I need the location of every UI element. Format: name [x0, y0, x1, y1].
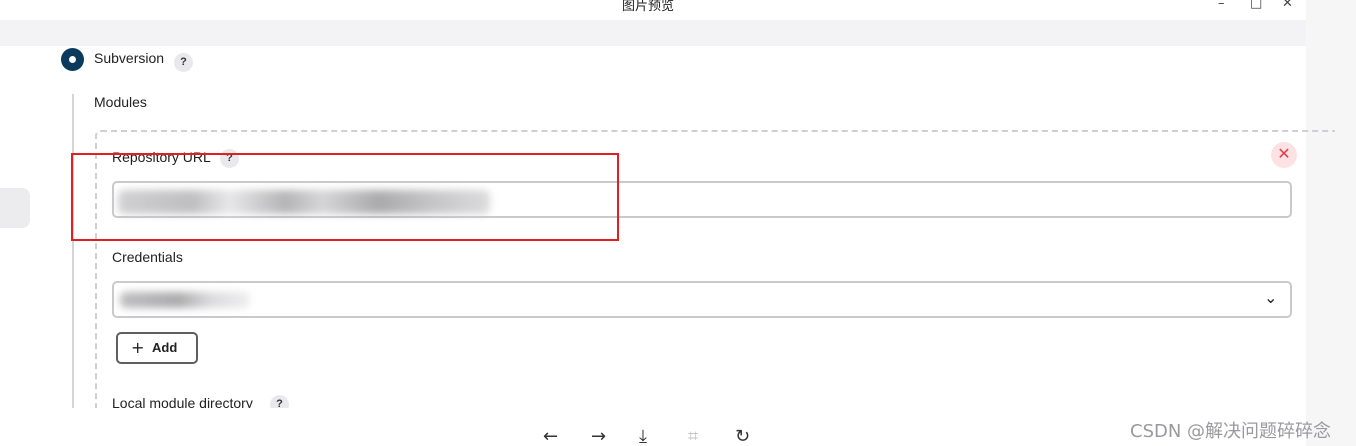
window-close-icon[interactable]: ✕: [1282, 0, 1293, 11]
arrow-left-icon[interactable]: ←: [543, 426, 558, 446]
add-button-label: Add: [152, 340, 178, 355]
fit-screen-icon[interactable]: ⌗: [688, 426, 698, 446]
section-divider: [72, 94, 74, 408]
chevron-down-icon[interactable]: ⌄: [1264, 288, 1277, 307]
radio-selected-icon[interactable]: [61, 48, 84, 71]
maximize-icon[interactable]: □: [1250, 0, 1262, 11]
delete-module-button[interactable]: ✕: [1271, 142, 1297, 168]
help-icon[interactable]: ?: [174, 53, 193, 72]
credentials-select[interactable]: [112, 281, 1292, 318]
viewer-toolbar: [0, 408, 1306, 446]
credentials-label: Credentials: [112, 249, 183, 265]
plus-icon: +: [131, 338, 145, 357]
modules-label: Modules: [94, 94, 147, 110]
viewer-title: 图片预览: [621, 0, 674, 14]
annotation-highlight-box: [71, 153, 619, 241]
arrow-right-icon[interactable]: →: [591, 426, 606, 446]
download-icon[interactable]: ⤓: [639, 426, 647, 446]
csdn-watermark: CSDN @解决问题碎碎念: [1130, 421, 1332, 442]
redacted-credentials-value: [120, 292, 250, 308]
minimize-icon[interactable]: –: [1218, 0, 1225, 11]
add-credentials-button[interactable]: + Add: [116, 332, 198, 364]
viewer-titlebar: 图片预览 – □ ✕: [0, 0, 1306, 20]
sidebar-edge: [0, 188, 30, 228]
rotate-icon[interactable]: ↻: [735, 426, 750, 446]
top-gray-band: [0, 20, 1306, 46]
subversion-radio-label[interactable]: Subversion: [94, 50, 164, 66]
